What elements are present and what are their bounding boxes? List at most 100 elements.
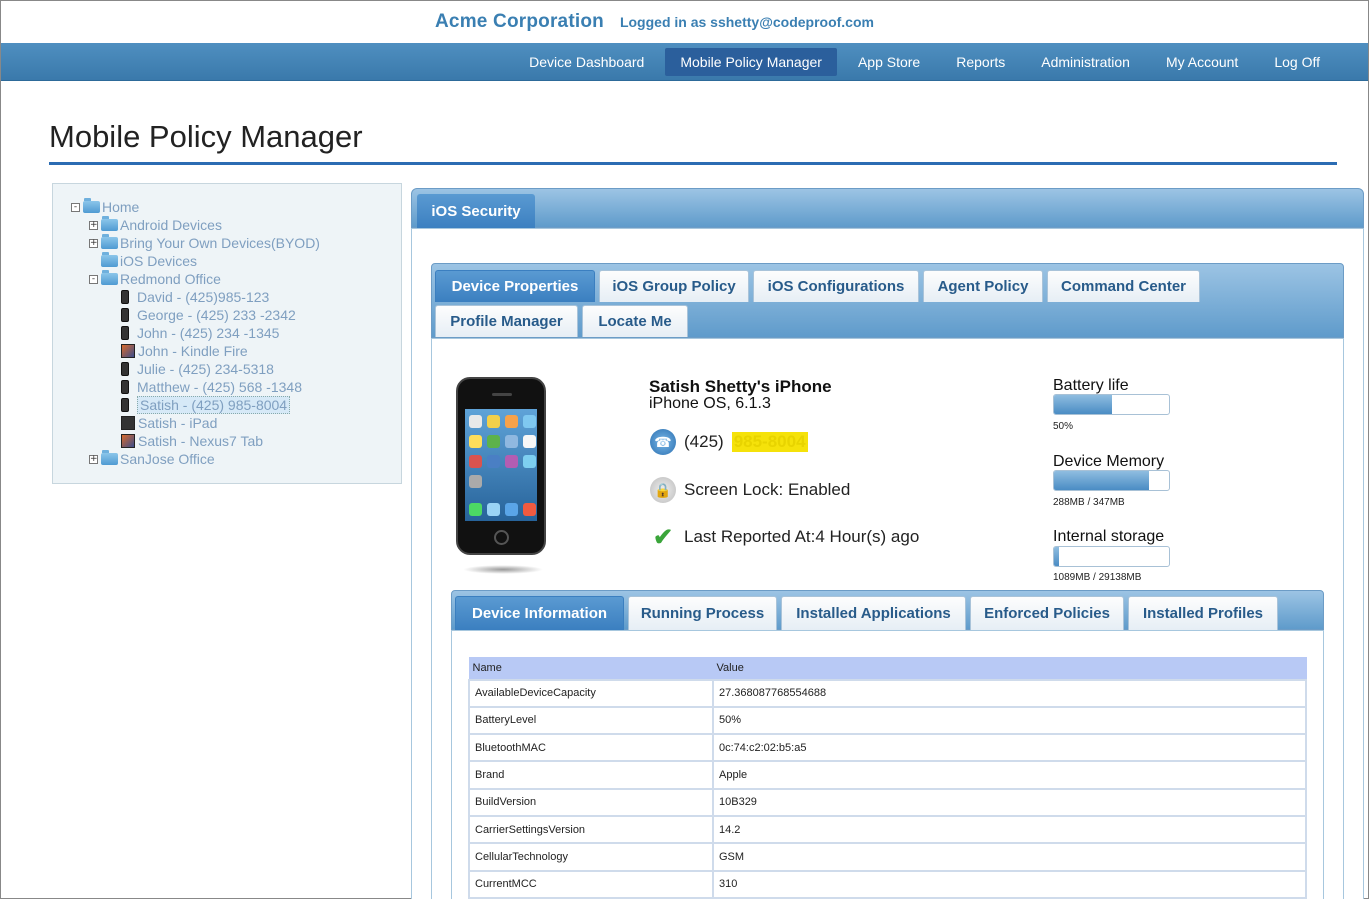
tab-command-center[interactable]: Command Center [1047,270,1200,302]
tree-label[interactable]: Satish - Nexus7 Tab [138,433,263,449]
tree-label[interactable]: Redmond Office [120,271,221,287]
screen-lock-line: 🔒 Screen Lock: Enabled [650,477,850,503]
expand-icon[interactable]: + [89,454,98,464]
table-row: BluetoothMAC 0c:74:c2:02:b5:a5 [468,733,1307,763]
memory-label: Device Memory [1053,453,1165,470]
nav-log-off[interactable]: Log Off [1259,48,1335,76]
tab-enforced-policies[interactable]: Enforced Policies [970,596,1124,630]
table-cell: BatteryLevel [468,705,714,736]
tab-installed-profiles[interactable]: Installed Profiles [1128,596,1278,630]
phone-screen [465,409,537,521]
storage-meter [1053,546,1170,567]
company-name: Acme Corporation [435,11,604,32]
expand-icon[interactable]: + [89,220,98,230]
tree-node-ios[interactable]: iOS Devices [71,252,401,270]
tab-running-process[interactable]: Running Process [628,596,777,630]
table-header-row: Name Value [468,657,1307,680]
main-nav: Device Dashboard Mobile Policy Manager A… [1,43,1368,81]
tree-device-satish-phone[interactable]: Satish - (425) 985-8004 [71,396,401,414]
nav-mobile-policy-manager[interactable]: Mobile Policy Manager [665,47,837,76]
tree-label[interactable]: Satish - iPad [138,415,217,431]
tab-agent-policy[interactable]: Agent Policy [923,270,1043,302]
tree-device-matthew[interactable]: Matthew - (425) 568 -1348 [71,378,401,396]
tab-installed-applications[interactable]: Installed Applications [781,596,966,630]
nav-reports[interactable]: Reports [941,48,1020,76]
tree-label[interactable]: Bring Your Own Devices(BYOD) [120,235,320,251]
tree-device-george[interactable]: George - (425) 233 -2342 [71,306,401,324]
phone-prefix: (425) [684,432,724,451]
tree-label[interactable]: Julie - (425) 234-5318 [137,361,274,377]
checkmark-icon: ✔ [652,523,674,551]
table-cell: CellularTechnology [468,842,714,872]
phone-number-line: ☎ (425) 985-8004 [650,429,808,455]
tablet-icon [121,434,135,448]
nav-my-account[interactable]: My Account [1151,48,1253,76]
nav-administration[interactable]: Administration [1026,48,1145,76]
table-cell: 0c:74:c2:02:b5:a5 [712,733,1307,763]
tab-ios-configurations[interactable]: iOS Configurations [753,270,919,302]
tree-label-selected[interactable]: Satish - (425) 985-8004 [137,396,291,414]
table-cell: Brand [468,760,714,790]
tree-device-david[interactable]: David - (425)985-123 [71,288,401,306]
phone-icon [121,398,129,412]
tree-node-redmond[interactable]: - Redmond Office [71,270,401,288]
tree-node-home[interactable]: - Home [71,198,401,216]
tab-profile-manager[interactable]: Profile Manager [435,305,578,337]
collapse-icon[interactable]: - [89,274,98,284]
tablet-icon [121,416,135,430]
tablet-icon [121,344,135,358]
tab-device-properties[interactable]: Device Properties [435,270,595,302]
battery-fill [1054,395,1112,414]
tree-label[interactable]: SanJose Office [120,451,215,467]
folder-icon [101,450,118,465]
phone-redacted: 985-8004 [731,432,808,452]
table-row: CarrierSettingsVersion 14.2 [468,814,1307,845]
phone-icon [121,308,129,322]
expand-icon[interactable]: + [89,238,98,248]
table-cell: 50% [712,705,1307,736]
battery-meter [1053,394,1170,415]
top-header: Acme Corporation Logged in as sshetty@co… [1,1,1368,43]
table-row: BuildVersion 10B329 [468,787,1307,817]
tab-ios-group-policy[interactable]: iOS Group Policy [599,270,749,302]
table-row: AvailableDeviceCapacity 27.36808776855468… [468,678,1307,708]
tab-ios-security[interactable]: iOS Security [417,194,535,229]
folder-icon [83,198,100,213]
table-cell: CurrentMCC [468,869,714,899]
tree-label[interactable]: Home [102,199,139,215]
telephone-icon: ☎ [650,429,676,455]
memory-fill [1054,471,1150,490]
tree-label[interactable]: Android Devices [120,217,222,233]
collapse-icon[interactable]: - [71,202,80,212]
tree-label[interactable]: George - (425) 233 -2342 [137,307,296,323]
table-cell: 14.2 [712,814,1307,845]
tree-label[interactable]: John - (425) 234 -1345 [137,325,279,341]
tree-label[interactable]: David - (425)985-123 [137,289,269,305]
table-cell: BuildVersion [468,787,714,817]
tree-node-android[interactable]: + Android Devices [71,216,401,234]
tab-device-information[interactable]: Device Information [455,596,624,630]
tree-device-john-kindle[interactable]: John - Kindle Fire [71,342,401,360]
tree-device-satish-ipad[interactable]: Satish - iPad [71,414,401,432]
tree-label[interactable]: Matthew - (425) 568 -1348 [137,379,302,395]
tree-device-julie[interactable]: Julie - (425) 234-5318 [71,360,401,378]
table-cell: GSM [712,842,1307,872]
memory-meter [1053,470,1170,491]
folder-icon [101,216,118,231]
tree-node-sanjose[interactable]: + SanJose Office [71,450,401,468]
tree-label[interactable]: iOS Devices [120,253,197,269]
nav-device-dashboard[interactable]: Device Dashboard [514,48,659,76]
tree-device-john[interactable]: John - (425) 234 -1345 [71,324,401,342]
storage-fill [1054,547,1059,566]
tree-node-byod[interactable]: + Bring Your Own Devices(BYOD) [71,234,401,252]
tree-label[interactable]: John - Kindle Fire [138,343,248,359]
nav-app-store[interactable]: App Store [843,48,935,76]
device-shadow [463,565,543,574]
iphone-image [456,377,546,555]
phone-icon [121,362,129,376]
folder-icon [101,234,118,249]
tree-device-satish-nexus[interactable]: Satish - Nexus7 Tab [71,432,401,450]
tab-locate-me[interactable]: Locate Me [582,305,688,337]
phone-icon [121,380,129,394]
last-reported-text: Last Reported At:4 Hour(s) ago [684,527,920,546]
